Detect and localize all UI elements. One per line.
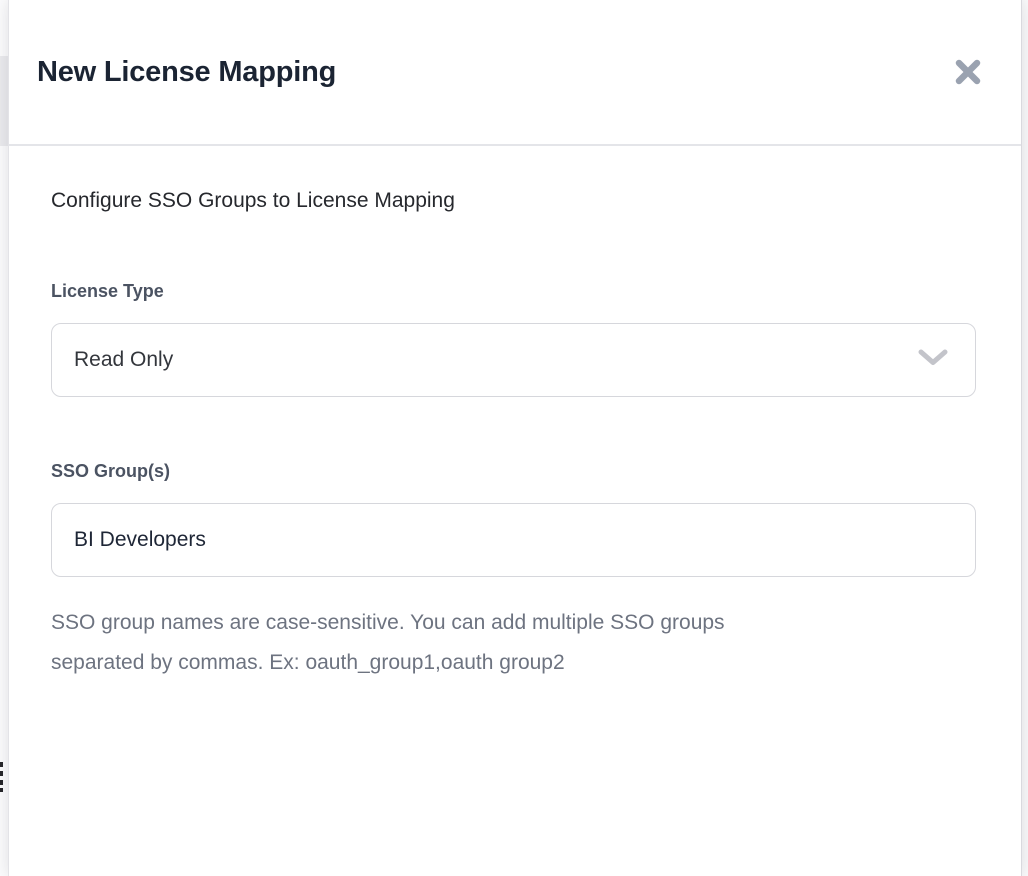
background-text-fragment [0,762,3,767]
modal-header: New License Mapping [9,0,1021,146]
license-type-select[interactable]: Read Only [51,323,976,397]
sso-groups-help-line2: separated by commas. Ex: oauth_group1,oa… [51,643,976,683]
background-text-fragment [0,780,3,785]
sso-groups-help-line1: SSO group names are case-sensitive. You … [51,603,976,643]
x-icon [955,59,981,85]
background-header-fragment [0,56,8,146]
sso-groups-field: SSO Group(s) SSO group names are case-se… [51,461,976,683]
sso-groups-input[interactable] [51,503,976,577]
background-text-fragment [0,771,3,776]
sso-groups-help-text: SSO group names are case-sensitive. You … [51,603,976,683]
modal-body: Configure SSO Groups to License Mapping … [9,146,1021,683]
license-type-selected-value: Read Only [74,348,173,372]
chevron-down-icon [918,349,948,371]
page-title: New License Mapping [37,56,336,89]
license-type-field: License Type Read Only [51,281,976,397]
section-heading: Configure SSO Groups to License Mapping [51,188,976,214]
license-type-label: License Type [51,281,976,302]
new-license-mapping-modal: New License Mapping Configure SSO Groups… [8,0,1022,876]
close-button[interactable] [954,58,982,86]
background-text-fragment [0,788,3,792]
sso-groups-label: SSO Group(s) [51,461,976,482]
